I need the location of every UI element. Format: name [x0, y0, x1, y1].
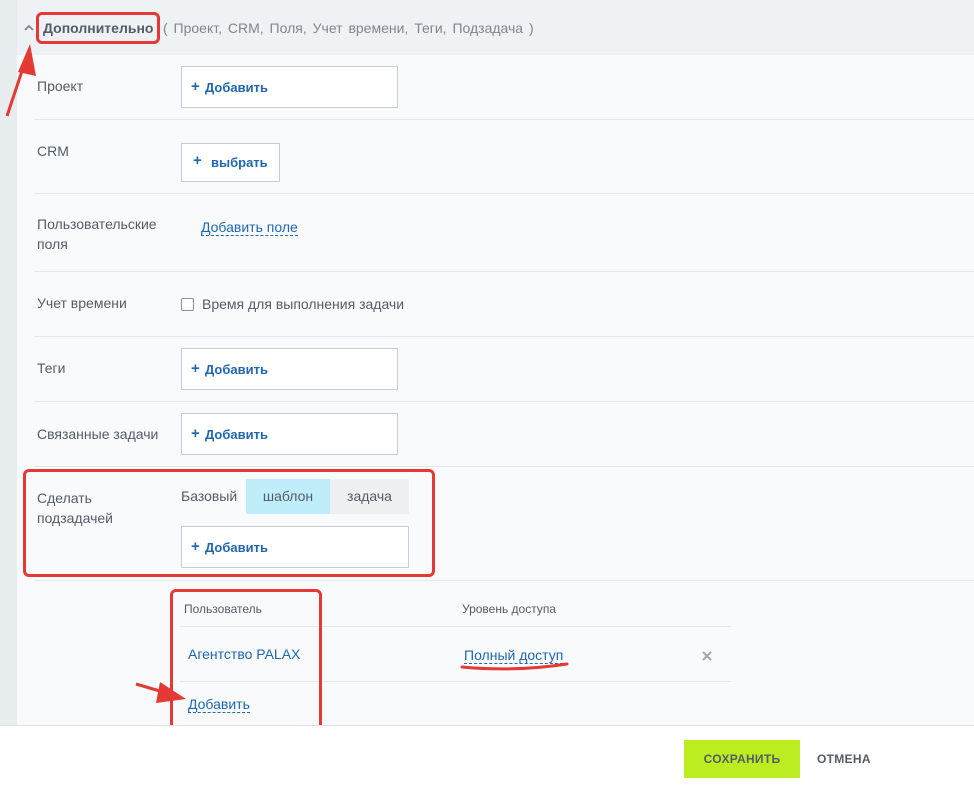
arrow-right-icon [135, 682, 186, 703]
footer-bar: СОХРАНИТЬ ОТМЕНА [0, 725, 974, 791]
annotation-arrows [5, 44, 569, 703]
arrow-up-icon [5, 44, 36, 117]
cancel-button[interactable]: ОТМЕНА [817, 752, 871, 766]
save-button[interactable]: СОХРАНИТЬ [684, 740, 800, 778]
annotation-underline [460, 662, 569, 671]
